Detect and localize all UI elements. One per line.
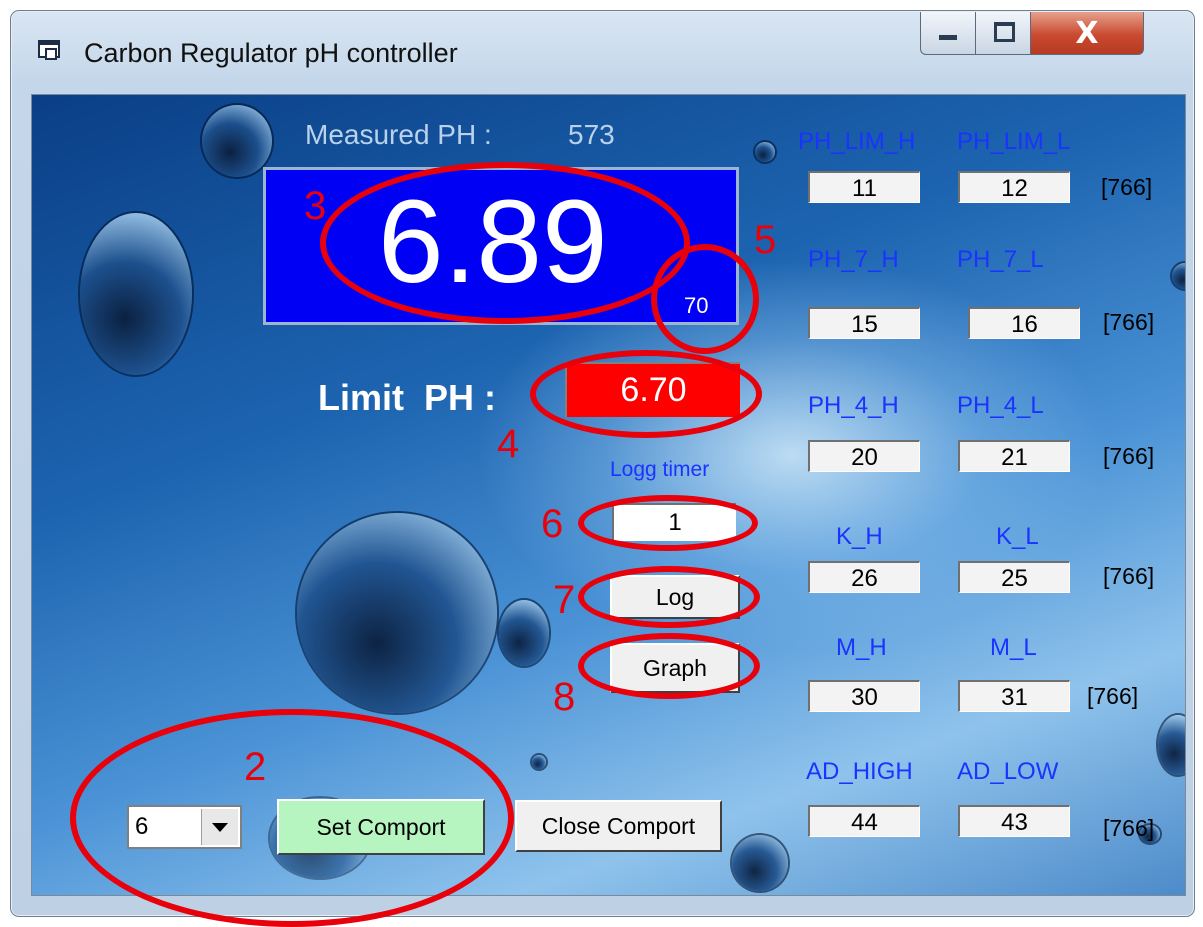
bubble-decoration [499, 600, 549, 666]
param-label-l: PH_LIM_L [957, 128, 1071, 155]
annotation-number: 8 [553, 675, 576, 719]
param-tag: [766] [1087, 683, 1139, 709]
param-label-l: M_L [990, 634, 1037, 661]
param-field-h[interactable]: 11 [808, 171, 920, 203]
param-tag: [766] [1103, 443, 1155, 469]
bubble-decoration [1172, 263, 1185, 289]
param-field-l[interactable]: 16 [968, 307, 1080, 339]
param-tag: [766] [1101, 174, 1153, 200]
annotation-ellipse-6 [578, 495, 758, 551]
param-tag: [766] [1103, 563, 1155, 589]
bubble-decoration [532, 755, 546, 769]
annotation-ellipse-2 [70, 709, 514, 927]
annotation-number: 6 [541, 502, 564, 546]
param-label-l: K_L [996, 523, 1039, 550]
maximize-button[interactable] [975, 12, 1031, 55]
minimize-icon [939, 35, 957, 40]
annotation-number: 4 [497, 422, 520, 466]
param-field-h[interactable]: 30 [808, 680, 920, 712]
annotation-ellipse-5 [651, 244, 759, 354]
param-field-h[interactable]: 26 [808, 561, 920, 593]
annotation-ellipse-7 [578, 566, 760, 628]
param-label-h: AD_HIGH [806, 758, 913, 785]
app-icon [38, 40, 60, 60]
annotation-number: 5 [754, 218, 777, 262]
bubble-decoration [732, 835, 788, 891]
bubble-decoration [1158, 715, 1185, 775]
bubble-decoration [755, 142, 775, 162]
bubble-decoration [202, 105, 272, 177]
param-label-l: PH_7_L [957, 246, 1044, 273]
close-comport-button[interactable]: Close Comport [515, 800, 722, 852]
maximize-icon [994, 22, 1015, 42]
logg-timer-label: Logg timer [610, 458, 710, 481]
param-label-h: K_H [836, 523, 883, 550]
annotation-number: 3 [304, 184, 327, 228]
annotation-ellipse-3 [320, 162, 690, 324]
limit-ph-label: Limit PH : [318, 377, 496, 418]
annotation-ellipse-8 [578, 633, 760, 699]
measured-ph-raw: 573 [568, 119, 615, 150]
measured-ph-label: Measured PH : [305, 119, 492, 150]
param-label-h: PH_4_H [808, 392, 899, 419]
close-icon: X [1075, 16, 1099, 51]
annotation-number: 7 [553, 578, 576, 622]
param-field-l[interactable]: 31 [958, 680, 1070, 712]
bubble-decoration [80, 213, 192, 375]
minimize-button[interactable] [920, 12, 976, 55]
param-field-h[interactable]: 15 [808, 307, 920, 339]
param-field-l[interactable]: 43 [958, 805, 1070, 837]
param-label-l: AD_LOW [957, 758, 1059, 785]
param-label-h: PH_LIM_H [798, 128, 916, 155]
param-field-l[interactable]: 12 [958, 171, 1070, 203]
param-field-l[interactable]: 21 [958, 440, 1070, 472]
close-button[interactable]: X [1030, 12, 1144, 55]
param-label-l: PH_4_L [957, 392, 1044, 419]
annotation-number: 2 [244, 745, 267, 789]
param-field-h[interactable]: 44 [808, 805, 920, 837]
param-tag: [766] [1103, 815, 1155, 841]
param-label-h: PH_7_H [808, 246, 899, 273]
bubble-decoration [297, 513, 497, 713]
window-title: Carbon Regulator pH controller [84, 38, 458, 68]
annotation-ellipse-4 [530, 350, 762, 438]
param-field-h[interactable]: 20 [808, 440, 920, 472]
param-label-h: M_H [836, 634, 887, 661]
param-tag: [766] [1103, 309, 1155, 335]
param-field-l[interactable]: 25 [958, 561, 1070, 593]
